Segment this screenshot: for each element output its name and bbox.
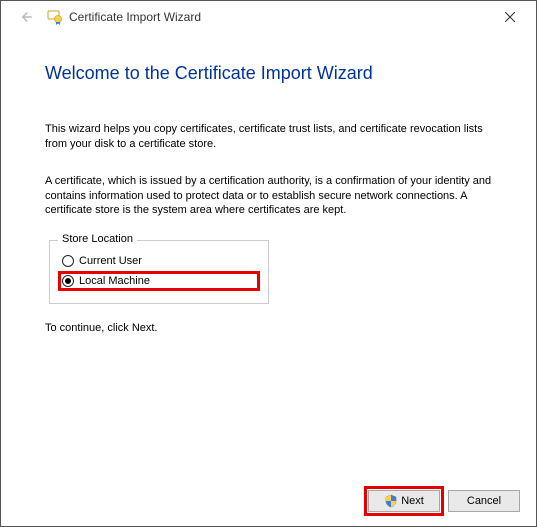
next-button[interactable]: Next [368, 490, 440, 512]
window-title: Certificate Import Wizard [69, 10, 490, 24]
certificate-icon [47, 9, 63, 25]
continue-instruction: To continue, click Next. [45, 322, 492, 334]
wizard-footer: Next Cancel [368, 490, 520, 512]
titlebar: Certificate Import Wizard [1, 1, 536, 33]
page-heading: Welcome to the Certificate Import Wizard [45, 63, 492, 84]
cancel-button[interactable]: Cancel [448, 490, 520, 512]
next-button-label: Next [401, 495, 424, 507]
close-button[interactable] [490, 3, 530, 31]
intro-paragraph-1: This wizard helps you copy certificates,… [45, 122, 492, 152]
store-location-group: Store Location Current User Local Machin… [49, 240, 269, 304]
intro-paragraph-2: A certificate, which is issued by a cert… [45, 174, 492, 219]
radio-label: Current User [79, 255, 142, 267]
wizard-content: Welcome to the Certificate Import Wizard… [1, 33, 536, 334]
uac-shield-icon [384, 494, 398, 508]
back-arrow-icon [13, 5, 37, 29]
store-location-legend: Store Location [58, 233, 137, 245]
radio-icon [62, 275, 74, 287]
radio-current-user[interactable]: Current User [60, 253, 258, 269]
radio-local-machine[interactable]: Local Machine [60, 273, 258, 289]
cancel-button-label: Cancel [467, 495, 501, 507]
radio-label: Local Machine [79, 275, 150, 287]
radio-icon [62, 255, 74, 267]
